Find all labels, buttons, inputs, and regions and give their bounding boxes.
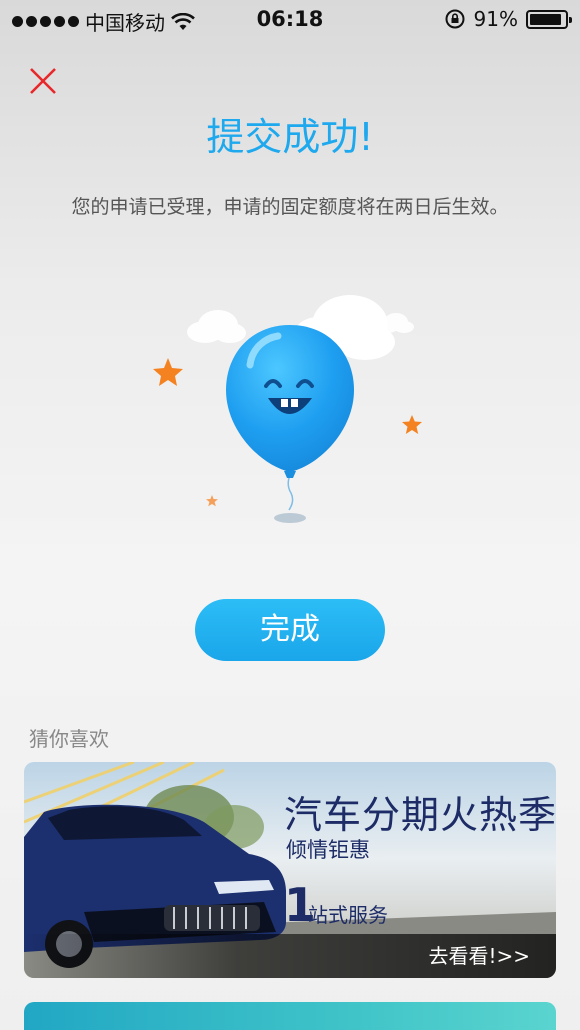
success-description: 您的申请已受理，申请的固定额度将在两日后生效。 <box>71 196 509 218</box>
close-icon <box>30 68 56 94</box>
banner-headline: 汽车分期火热季 <box>284 793 556 837</box>
close-button[interactable] <box>26 64 60 98</box>
star-icon <box>402 415 422 434</box>
battery-level <box>530 13 561 25</box>
done-button[interactable]: 完成 <box>195 599 385 661</box>
balloon-illustration <box>153 295 422 523</box>
banner-service-text: 站式服务 <box>308 903 388 927</box>
star-icon <box>153 358 183 386</box>
status-bar: 中国移动 06:18 91% <box>0 0 580 38</box>
second-banner[interactable] <box>24 1002 556 1030</box>
battery-icon <box>526 9 572 29</box>
star-icon <box>206 495 218 507</box>
page-title: 提交成功! <box>206 115 374 159</box>
rotation-lock-icon <box>445 9 465 29</box>
status-right: 91% <box>444 7 572 31</box>
banner-subline: 倾情钜惠 <box>286 838 370 862</box>
recommend-section-label: 猜你喜欢 <box>29 727 109 751</box>
banner-cta-link[interactable]: 去看看!>> <box>428 940 530 969</box>
cloud-icon <box>187 310 246 343</box>
battery-percent: 91% <box>473 7 518 31</box>
car-loan-banner[interactable]: 汽车分期火热季 倾情钜惠 1 站式服务 去看看!>> <box>24 762 556 978</box>
